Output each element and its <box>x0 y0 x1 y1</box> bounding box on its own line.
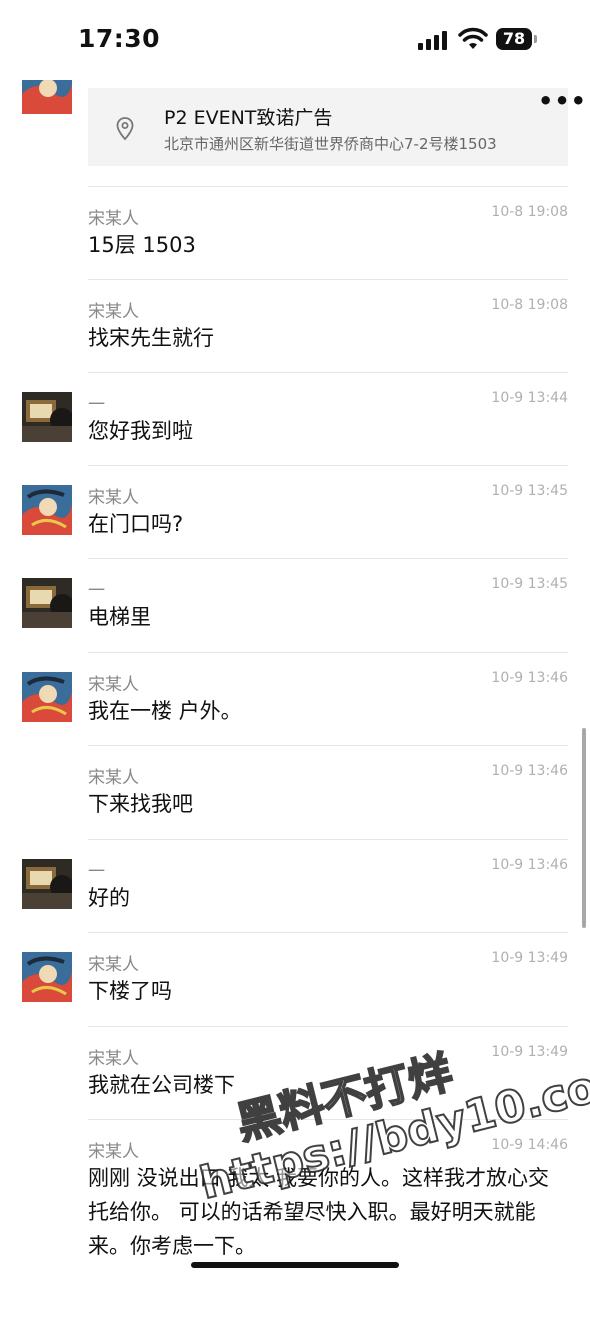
message-time: 10-9 13:45 <box>491 483 568 499</box>
message-item[interactable]: 一 10-9 13:45 电梯里 <box>0 558 590 651</box>
sender-name: 宋某人 <box>88 675 139 695</box>
message-time: 10-9 13:49 <box>491 1044 568 1060</box>
avatar[interactable] <box>22 80 72 114</box>
message-item[interactable]: 宋某人 10-8 19:08 15层 1503 <box>0 186 590 279</box>
divider <box>88 745 568 746</box>
avatar[interactable] <box>22 952 72 1002</box>
message-item[interactable]: 宋某人 10-9 13:45 在门口吗? <box>0 465 590 558</box>
message-text: 15层 1503 <box>88 233 196 257</box>
message-time: 10-9 13:45 <box>491 576 568 592</box>
location-title: P2 EVENT致诺广告 <box>164 107 333 129</box>
message-text: 下来找我吧 <box>88 792 193 816</box>
message-text: 我就在公司楼下 <box>88 1073 235 1097</box>
divider <box>88 372 568 373</box>
message-text: 好的 <box>88 886 130 910</box>
message-text: 我在一楼 户外。 <box>88 699 242 723</box>
message-item[interactable]: 宋某人 10-9 13:49 我就在公司楼下 <box>0 1026 590 1119</box>
more-dots-icon[interactable]: ••• <box>538 89 587 113</box>
message-text: 您好我到啦 <box>88 419 193 443</box>
sender-name: 一 <box>88 581 105 601</box>
status-time: 17:30 <box>78 24 161 53</box>
battery-cap <box>534 35 537 43</box>
message-item[interactable]: 宋某人 10-9 13:49 下楼了吗 <box>0 932 590 1025</box>
sender-name: 宋某人 <box>88 1142 139 1162</box>
sender-name: 宋某人 <box>88 1049 139 1069</box>
location-address: 北京市通州区新华街道世界侨商中心7-2号楼1503 <box>164 135 497 153</box>
divider <box>88 1026 568 1027</box>
divider <box>88 652 568 653</box>
message-text: 刚刚 没说出口 我太 我要你的人。这样我才放心交托给你。 可以的话希望尽快入职。… <box>88 1166 550 1258</box>
message-item[interactable]: 宋某人 10-9 13:46 下来找我吧 <box>0 745 590 838</box>
divider <box>88 1119 568 1120</box>
sender-name: 宋某人 <box>88 302 139 322</box>
sender-name: 宋某人 <box>88 768 139 788</box>
divider <box>88 465 568 466</box>
message-text: 下楼了吗 <box>88 979 172 1003</box>
avatar[interactable] <box>22 672 72 722</box>
message-time: 10-9 14:46 <box>491 1137 568 1153</box>
sender-name: 一 <box>88 395 105 415</box>
message-time: 10-9 13:46 <box>491 670 568 686</box>
message-time: 10-9 13:44 <box>491 390 568 406</box>
location-card[interactable]: P2 EVENT致诺广告 北京市通州区新华街道世界侨商中心7-2号楼1503 <box>88 88 568 166</box>
message-item[interactable]: 一 10-9 13:44 您好我到啦 <box>0 372 590 465</box>
avatar[interactable] <box>22 578 72 628</box>
message-text: 电梯里 <box>88 605 151 629</box>
wifi-icon <box>458 27 488 49</box>
divider <box>88 839 568 840</box>
message-text: 在门口吗? <box>88 512 184 536</box>
message-item[interactable]: 宋某人 10-9 13:46 我在一楼 户外。 <box>0 652 590 745</box>
avatar[interactable] <box>22 392 72 442</box>
message-time: 10-8 19:08 <box>491 204 568 220</box>
status-bar: 17:30 78 <box>0 0 590 80</box>
divider <box>88 279 568 280</box>
battery-level: 78 <box>496 28 532 50</box>
message-time: 10-9 13:46 <box>491 857 568 873</box>
sender-name: 宋某人 <box>88 209 139 229</box>
scrollbar[interactable] <box>582 728 586 928</box>
message-text: 找宋先生就行 <box>88 326 214 350</box>
sender-name: 宋某人 <box>88 955 139 975</box>
message-time: 10-9 13:46 <box>491 763 568 779</box>
home-indicator <box>191 1262 399 1268</box>
message-item[interactable]: 一 10-9 13:46 好的 <box>0 839 590 932</box>
message-time: 10-8 19:08 <box>491 297 568 313</box>
avatar[interactable] <box>22 485 72 535</box>
divider <box>88 932 568 933</box>
avatar[interactable] <box>22 859 72 909</box>
message-time: 10-9 13:49 <box>491 950 568 966</box>
divider <box>88 558 568 559</box>
message-item[interactable]: 宋某人 10-8 19:08 找宋先生就行 <box>0 279 590 372</box>
location-pin-icon <box>116 117 134 141</box>
sender-name: 一 <box>88 862 105 882</box>
message-item[interactable]: 宋某人 10-9 14:46 刚刚 没说出口 我太 我要你的人。这样我才放心交托给你… <box>0 1119 590 1258</box>
divider <box>88 186 568 187</box>
cellular-signal-icon <box>418 30 450 50</box>
sender-name: 宋某人 <box>88 488 139 508</box>
